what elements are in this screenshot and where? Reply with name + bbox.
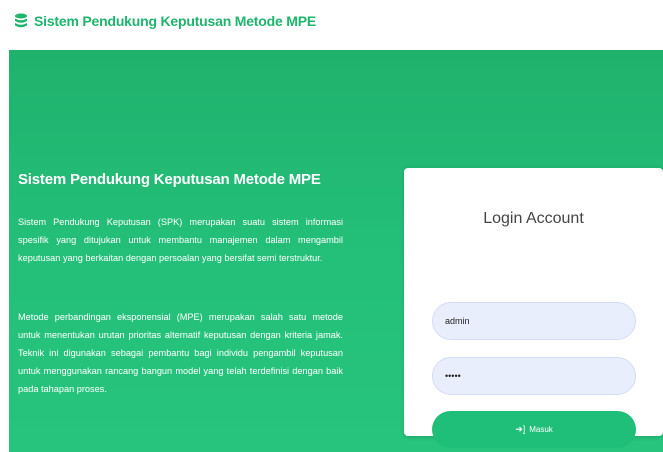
sign-in-icon: ➜] [515,424,526,434]
database-icon [15,13,27,28]
brand[interactable]: Sistem Pendukung Keputusan Metode MPE [14,13,316,29]
login-button-label: Masuk [529,425,553,434]
navbar: Sistem Pendukung Keputusan Metode MPE [0,0,663,50]
username-input[interactable] [432,302,636,340]
hero-section: Sistem Pendukung Keputusan Metode MPE Si… [9,50,663,452]
hero-title: Sistem Pendukung Keputusan Metode MPE [18,171,321,188]
brand-title: Sistem Pendukung Keputusan Metode MPE [34,13,316,29]
hero-paragraph-mpe: Metode perbandingan eksponensial (MPE) m… [18,312,343,394]
password-input[interactable] [432,357,636,395]
hero-paragraph-spk: Sistem Pendukung Keputusan (SPK) merupak… [18,217,343,263]
login-button[interactable]: ➜] Masuk [432,411,636,448]
login-card: Login Account ➜] Masuk [404,168,663,448]
login-title: Login Account [483,210,584,227]
